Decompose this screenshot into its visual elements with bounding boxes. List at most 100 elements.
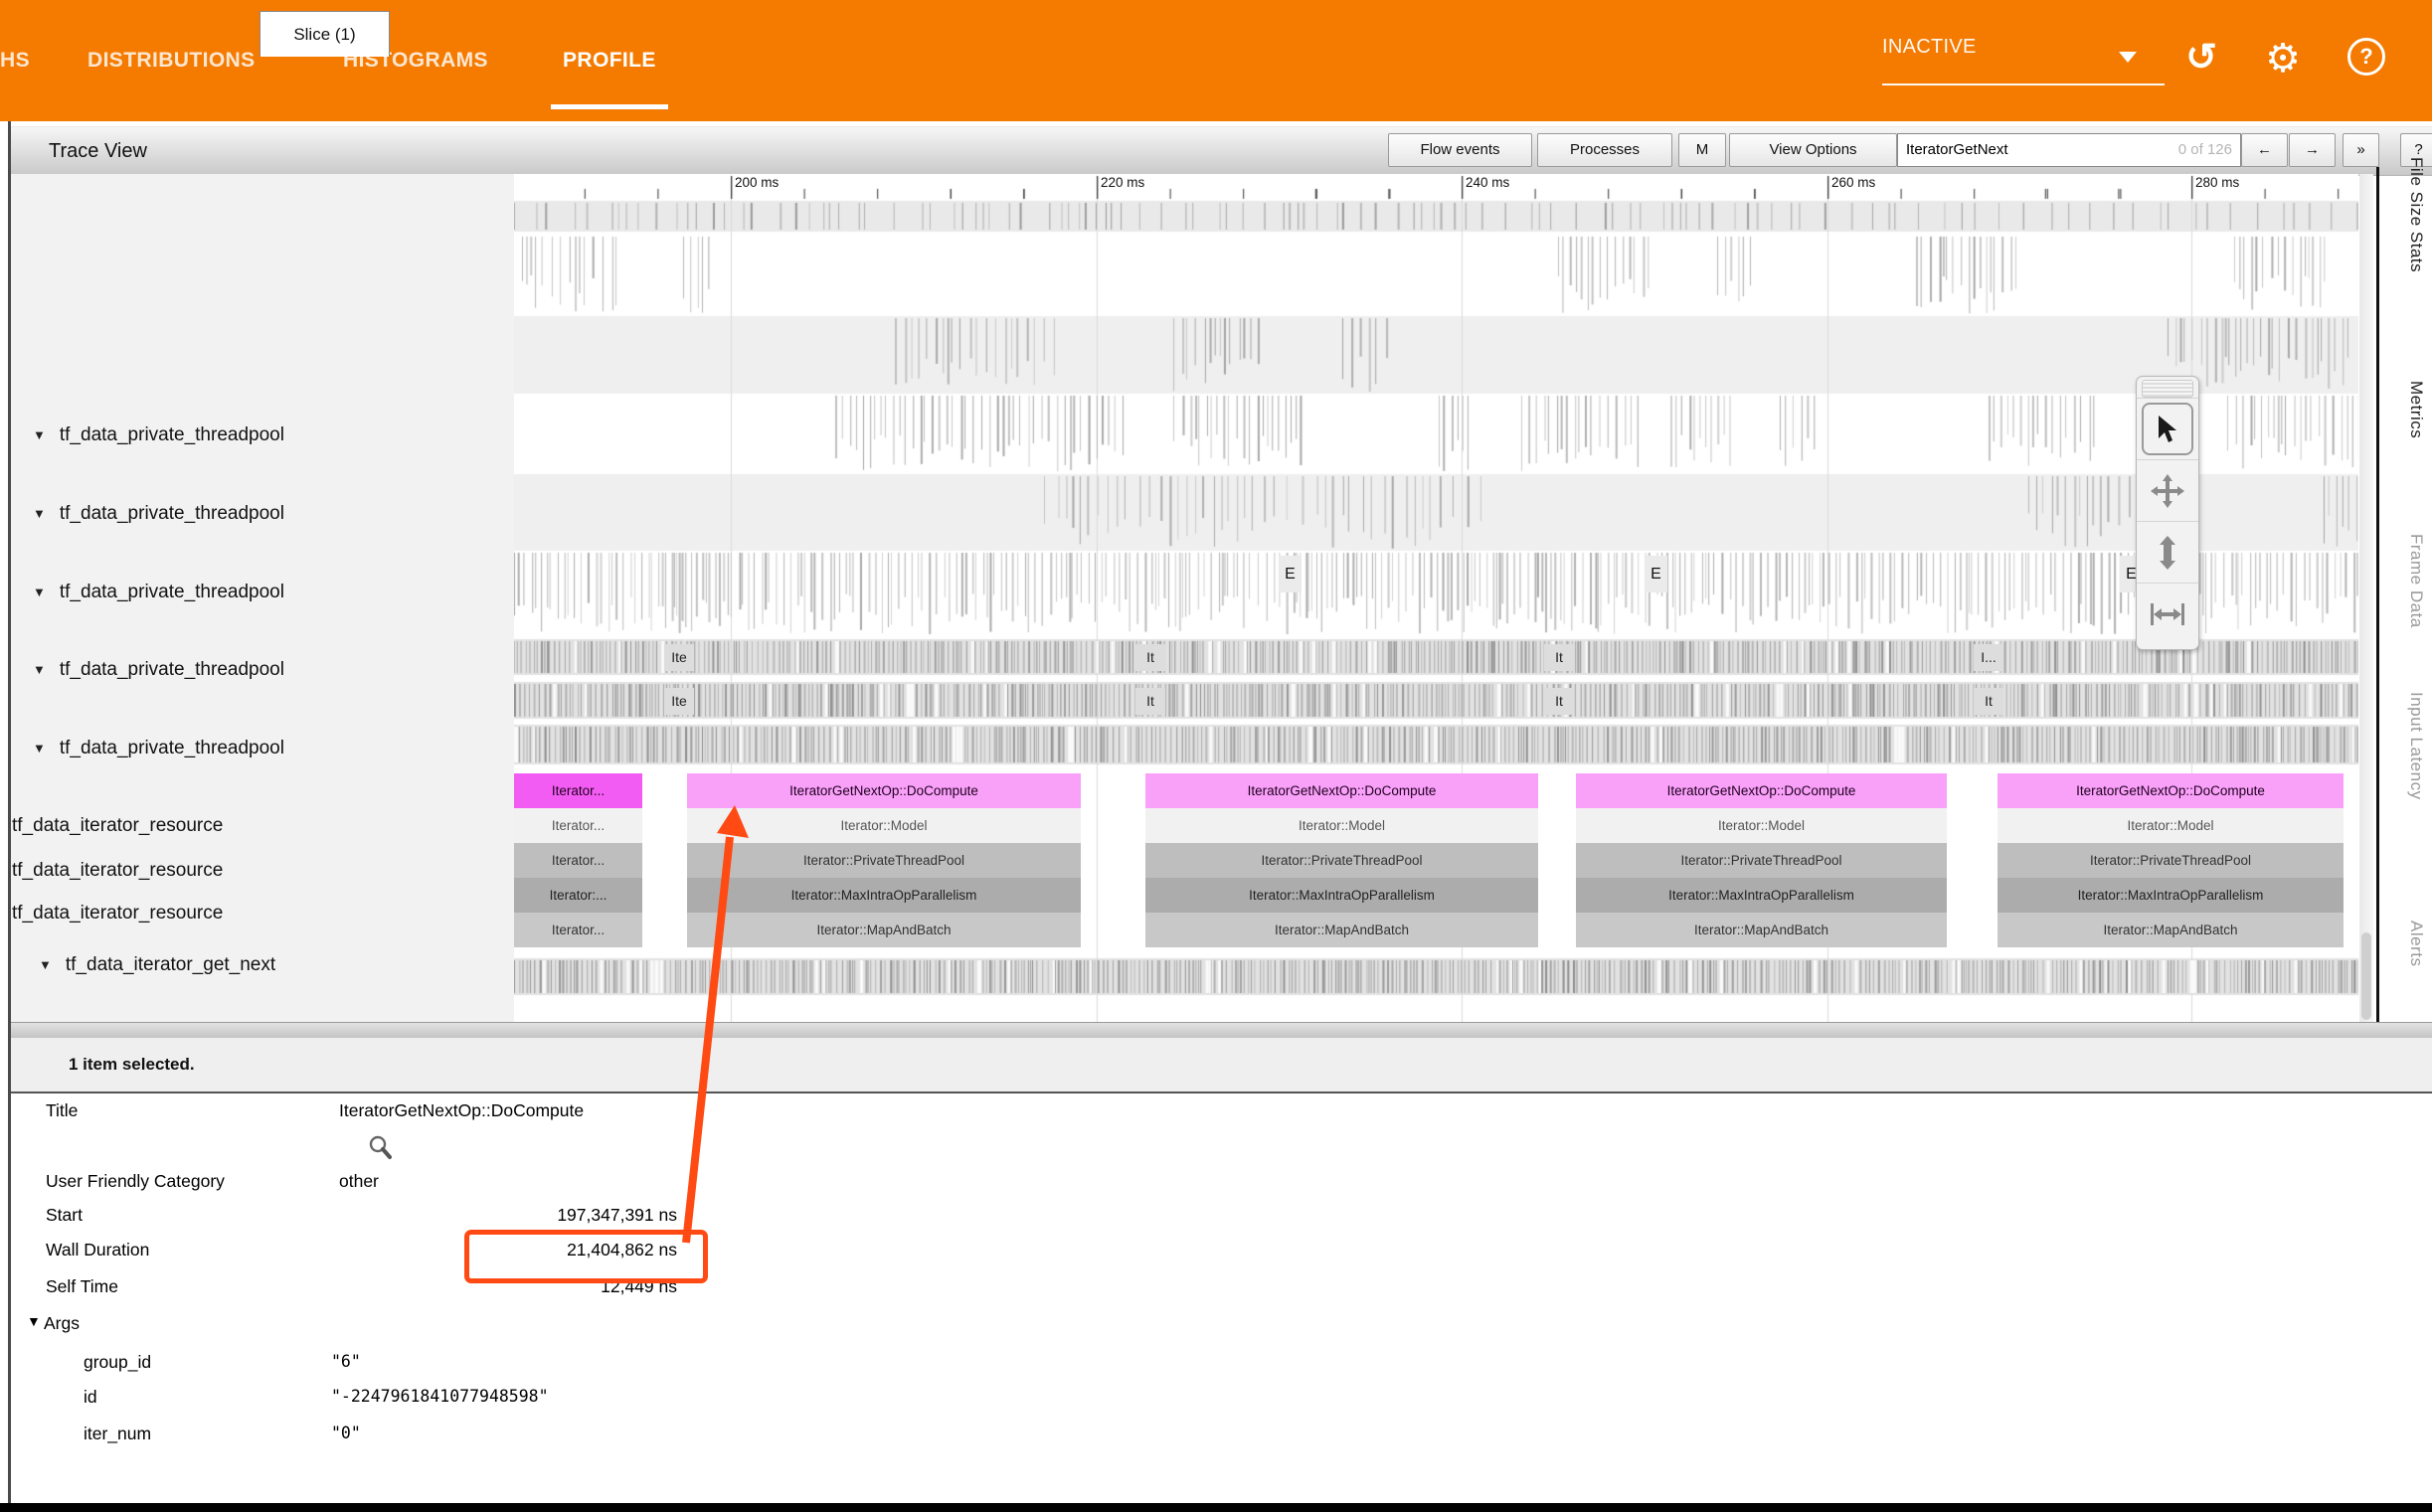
processes-button[interactable]: Processes (1537, 133, 1672, 167)
track-name-label: tf_data_iterator_resource (12, 815, 223, 836)
side-tab-file-size-stats[interactable]: File Size Stats (2386, 157, 2426, 272)
pan-mode-button[interactable] (2137, 459, 2198, 521)
track-expander-icon[interactable]: ▼ (33, 655, 46, 685)
slice-iterator-maxintraopparallelism[interactable]: Iterator::MaxIntraOpParallelism (687, 878, 1081, 913)
arg-row-id: id"-2247961841077948598" (11, 1387, 2432, 1411)
run-selector[interactable]: INACTIVE (1882, 36, 2165, 85)
slice-iterator-maxintraopparallelism[interactable]: Iterator::MaxIntraOpParallelism (1576, 878, 1947, 913)
slice-iterator-model[interactable]: Iterator::Model (1998, 808, 2344, 843)
args-section-header: ▼Args (11, 1313, 2432, 1337)
page-title: Trace View (49, 127, 147, 175)
side-tab-metrics[interactable]: Metrics (2386, 381, 2426, 438)
slice-iterator-privatethreadpool[interactable]: Iterator::PrivateThreadPool (1145, 843, 1538, 878)
slice-iterator-privatethreadpool[interactable]: Iterator::PrivateThreadPool (1576, 843, 1947, 878)
find-similar-slices-icon[interactable] (366, 1133, 396, 1163)
vertical-zoom-arrow-icon (2157, 536, 2178, 570)
args-header-label: Args (44, 1313, 80, 1334)
slice-iterator-getnext-docompute[interactable]: Iterator... (514, 773, 642, 808)
slice-iterator-privatethreadpool[interactable]: Iterator::PrivateThreadPool (1998, 843, 2344, 878)
toolbar-drag-handle[interactable] (2142, 380, 2193, 398)
side-tab-alerts[interactable]: Alerts (2386, 921, 2426, 966)
slice-iterator-model[interactable]: Iterator... (514, 808, 642, 843)
search-input[interactable] (1898, 134, 2174, 164)
side-tab-input-latency[interactable]: Input Latency (2386, 692, 2426, 800)
resource-slice-label[interactable]: Ite (664, 688, 694, 715)
m-button[interactable]: M (1678, 133, 1726, 167)
resource-slice-label[interactable]: I... (1974, 644, 2003, 671)
help-icon[interactable]: ? (2345, 36, 2388, 80)
track-header-tf-data-private-threadpool[interactable]: ▼tf_data_private_threadpool (11, 420, 508, 450)
slice-iterator-getnext-docompute[interactable]: IteratorGetNextOp::DoCompute (1998, 773, 2344, 808)
tab-distributions[interactable]: DISTRIBUTIONS (87, 0, 256, 111)
track-expander-icon[interactable]: ▼ (33, 734, 46, 763)
slice-iterator-privatethreadpool[interactable]: Iterator::PrivateThreadPool (687, 843, 1081, 878)
detail-field-label: Wall Duration (46, 1240, 149, 1260)
slice-iterator-maxintraopparallelism[interactable]: Iterator::MaxIntraOpParallelism (1145, 878, 1538, 913)
search-next-button[interactable]: → (2289, 133, 2336, 167)
track-header-tf-data-private-threadpool[interactable]: ▼tf_data_private_threadpool (11, 578, 508, 607)
track-expander-icon[interactable]: ▼ (33, 420, 46, 450)
track-expander-icon[interactable]: ▼ (33, 578, 46, 607)
event-marker-e[interactable]: E (1645, 556, 1667, 592)
event-marker-e[interactable]: E (1279, 556, 1302, 592)
track-header-tf-data-iterator-get-next[interactable]: ▼tf_data_iterator_get_next (11, 950, 508, 980)
search-prev-button[interactable]: ← (2241, 133, 2288, 167)
slice-iterator-getnext-docompute[interactable]: IteratorGetNextOp::DoCompute (1576, 773, 1947, 808)
slice-iterator-mapandbatch[interactable]: Iterator::MapAndBatch (1576, 913, 1947, 947)
view-options-button[interactable]: View Options (1729, 133, 1897, 167)
resource-slice-label[interactable]: It (1974, 688, 2003, 715)
trace-vertical-scrollbar[interactable] (2359, 174, 2373, 1022)
slice-iterator-model[interactable]: Iterator::Model (1576, 808, 1947, 843)
track-header-tf-data-private-threadpool[interactable]: ▼ tf_data_private_threadpool (11, 499, 508, 529)
arg-value: "6" (331, 1352, 361, 1371)
slice-iterator-mapandbatch[interactable]: Iterator::MapAndBatch (687, 913, 1081, 947)
resource-slice-label[interactable]: It (1135, 644, 1165, 671)
track-expander-icon[interactable]: ▼ (39, 950, 52, 980)
active-tab-underline (551, 104, 668, 109)
zoom-mode-button[interactable] (2137, 521, 2198, 583)
resource-slice-label[interactable]: It (1544, 688, 1574, 715)
scrollbar-thumb[interactable] (2361, 932, 2371, 1020)
track-expander-icon[interactable]: ▼ (33, 499, 46, 529)
resource-slice-label[interactable]: It (1544, 644, 1574, 671)
detail-row-wall-duration: Wall Duration21,404,862 ns (11, 1240, 2432, 1263)
flow-events-button[interactable]: Flow events (1388, 133, 1532, 167)
more-options-button[interactable]: » (2343, 133, 2379, 167)
slice-iterator-model[interactable]: Iterator::Model (687, 808, 1081, 843)
resource-slice-label[interactable]: It (1135, 688, 1165, 715)
slice-iterator-maxintraopparallelism[interactable]: Iterator::MaxIntraOpParallelism (1998, 878, 2344, 913)
refresh-icon[interactable]: ↺ (2179, 36, 2223, 80)
arg-row-iter_num: iter_num"0" (11, 1424, 2432, 1447)
detail-header: 1 item selected. (11, 1038, 2432, 1093)
trace-search-box[interactable]: 0 of 126 (1897, 133, 2241, 167)
ruler-tick-label: 280 ms (2195, 175, 2239, 190)
slice-iterator-mapandbatch[interactable]: Iterator... (514, 913, 642, 947)
tab-hs[interactable]: HS (0, 0, 30, 111)
slice-iterator-mapandbatch[interactable]: Iterator::MapAndBatch (1145, 913, 1538, 947)
slice-iterator-mapandbatch[interactable]: Iterator::MapAndBatch (1998, 913, 2344, 947)
gear-icon[interactable]: ⚙ (2261, 36, 2305, 80)
detail-field-value: IteratorGetNextOp::DoCompute (339, 1100, 584, 1121)
timing-mode-button[interactable] (2137, 583, 2198, 644)
track-name-label: tf_data_private_threadpool (60, 503, 284, 524)
side-tab-frame-data[interactable]: Frame Data (2386, 534, 2426, 628)
track-header-tf-data-private-threadpool[interactable]: ▼tf_data_private_threadpool (11, 655, 508, 685)
resource-slice-label[interactable]: Ite (664, 644, 694, 671)
slice-iterator-getnext-docompute[interactable]: IteratorGetNextOp::DoCompute (687, 773, 1081, 808)
tab-profile[interactable]: PROFILE (563, 0, 656, 111)
slice-iterator-maxintraopparallelism[interactable]: Iterator:... (514, 878, 642, 913)
tab-slice[interactable]: Slice (1) (260, 11, 390, 57)
detail-row-user-friendly-category: User Friendly Categoryother (11, 1171, 2432, 1195)
slice-iterator-privatethreadpool[interactable]: Iterator... (514, 843, 642, 878)
args-expander-icon[interactable]: ▼ (27, 1313, 41, 1329)
track-header-tf-data-iterator-resource[interactable]: tf_data_iterator_resource (11, 856, 509, 886)
slice-iterator-getnext-docompute[interactable]: IteratorGetNextOp::DoCompute (1145, 773, 1538, 808)
select-mode-button[interactable] (2137, 398, 2198, 459)
track-header-tf-data-iterator-resource[interactable]: tf_data_iterator_resource (11, 899, 509, 928)
help-glyph: ? (2347, 38, 2385, 76)
ruler-tick-label: 240 ms (1466, 175, 1509, 190)
detail-row-title: TitleIteratorGetNextOp::DoCompute (11, 1100, 2432, 1124)
track-header-tf-data-private-threadpool[interactable]: ▼tf_data_private_threadpool (11, 734, 508, 763)
slice-iterator-model[interactable]: Iterator::Model (1145, 808, 1538, 843)
track-header-tf-data-iterator-resource[interactable]: tf_data_iterator_resource (11, 811, 509, 841)
